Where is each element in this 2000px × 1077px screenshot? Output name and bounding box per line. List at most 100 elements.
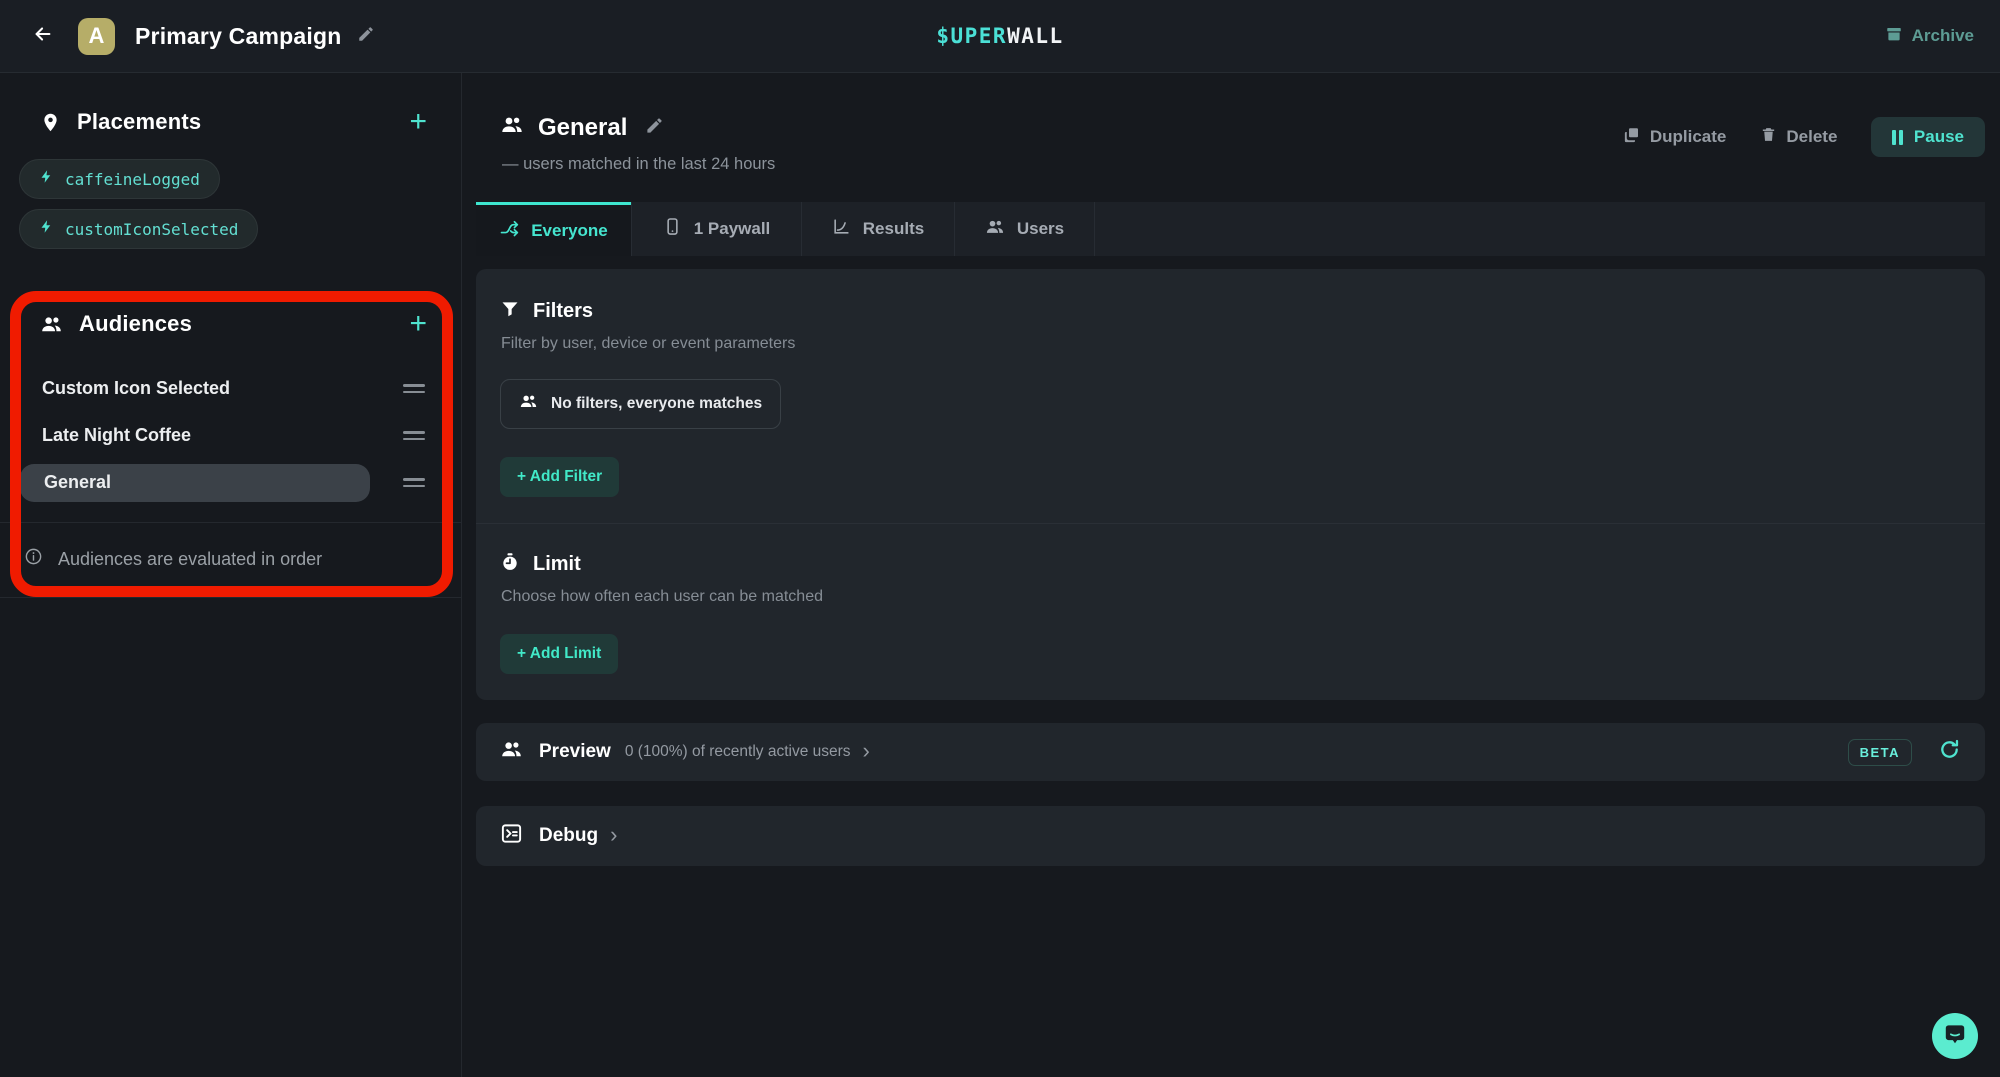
debug-row[interactable]: Debug › xyxy=(476,806,1985,866)
users-icon xyxy=(500,738,523,766)
pencil-icon xyxy=(645,116,664,140)
app-avatar[interactable]: A xyxy=(78,18,115,55)
audiences-note: Audiences are evaluated in order xyxy=(0,523,461,597)
audience-item-selected[interactable]: General xyxy=(0,459,461,506)
limit-section: Limit Choose how often each user can be … xyxy=(500,524,1957,674)
top-bar: A Primary Campaign $UPERWALL Archive xyxy=(0,0,2000,73)
drag-handle-icon[interactable] xyxy=(403,431,425,440)
map-pin-icon xyxy=(40,112,61,133)
logo-white-part: WALL xyxy=(1007,24,1064,48)
pause-button[interactable]: Pause xyxy=(1871,117,1985,157)
audience-subtitle: — users matched in the last 24 hours xyxy=(502,155,1985,174)
preview-title: Preview xyxy=(539,741,611,763)
chevron-right-icon: › xyxy=(863,740,870,765)
tab-users[interactable]: Users xyxy=(954,202,1094,256)
split-arrows-icon xyxy=(499,218,519,243)
placements-header: Placements + xyxy=(0,109,461,135)
tab-bar-filler xyxy=(1094,202,1985,256)
tab-label: Users xyxy=(1017,219,1064,239)
delete-label: Delete xyxy=(1786,127,1837,147)
audiences-title: Audiences xyxy=(79,311,192,337)
sidebar: Placements + caffeineLogged customIconSe… xyxy=(0,73,462,1077)
audience-item[interactable]: Late Night Coffee xyxy=(0,412,461,459)
tab-label: Results xyxy=(863,219,924,239)
audience-label: Late Night Coffee xyxy=(0,425,191,446)
tab-label: 1 Paywall xyxy=(694,219,771,239)
bolt-icon xyxy=(39,219,54,239)
copy-icon xyxy=(1623,126,1641,149)
terminal-icon xyxy=(500,822,523,850)
stopwatch-icon xyxy=(500,552,520,577)
placements-title: Placements xyxy=(77,109,201,135)
add-limit-button[interactable]: + Add Limit xyxy=(500,634,618,674)
filters-subtitle: Filter by user, device or event paramete… xyxy=(501,335,1957,353)
phone-icon xyxy=(663,217,682,241)
users-icon xyxy=(985,217,1005,242)
chevron-right-icon: › xyxy=(610,824,617,849)
filters-section: Filters Filter by user, device or event … xyxy=(500,299,1957,497)
delete-button[interactable]: Delete xyxy=(1760,126,1837,148)
back-arrow-icon xyxy=(32,23,54,50)
sidebar-divider xyxy=(0,597,461,598)
tab-label: Everyone xyxy=(531,221,608,241)
no-filters-chip: No filters, everyone matches xyxy=(500,379,781,429)
logo-teal-part: $UPER xyxy=(936,24,1007,48)
drag-handle-icon[interactable] xyxy=(403,384,425,393)
audience-actions: Duplicate Delete Pause xyxy=(1623,117,1985,157)
bolt-icon xyxy=(39,169,54,189)
superwall-logo: $UPERWALL xyxy=(936,24,1063,48)
tab-results[interactable]: Results xyxy=(801,202,954,256)
add-placement-button[interactable]: + xyxy=(409,109,427,135)
drag-handle-icon[interactable] xyxy=(403,478,425,487)
tab-everyone[interactable]: Everyone xyxy=(476,202,631,256)
audiences-note-text: Audiences are evaluated in order xyxy=(58,549,322,570)
preview-row[interactable]: Preview 0 (100%) of recently active user… xyxy=(476,723,1985,781)
add-filter-button[interactable]: + Add Filter xyxy=(500,457,619,497)
chat-icon xyxy=(1942,1021,1968,1052)
chart-icon xyxy=(832,217,851,241)
preview-summary: 0 (100%) of recently active users xyxy=(625,743,851,761)
edit-campaign-button[interactable] xyxy=(357,25,375,48)
pause-label: Pause xyxy=(1914,127,1964,147)
audience-title: General xyxy=(538,114,627,142)
no-filters-label: No filters, everyone matches xyxy=(551,395,762,413)
duplicate-label: Duplicate xyxy=(1650,127,1727,147)
limit-title: Limit xyxy=(533,553,581,576)
funnel-icon xyxy=(500,299,520,324)
audiences-list: Custom Icon Selected Late Night Coffee G… xyxy=(0,365,461,506)
placement-chip[interactable]: caffeineLogged xyxy=(19,159,220,199)
campaign-title: Primary Campaign xyxy=(135,23,341,50)
selected-audience-pill[interactable]: General xyxy=(20,464,370,502)
rules-card: Filters Filter by user, device or event … xyxy=(476,269,1985,700)
beta-badge: BETA xyxy=(1848,739,1912,766)
main-panel: General — users matched in the last 24 h… xyxy=(462,73,2000,1077)
chat-widget-button[interactable] xyxy=(1932,1013,1978,1059)
tab-bar: Everyone 1 Paywall Results Users xyxy=(476,202,1985,256)
filters-title: Filters xyxy=(533,300,593,323)
placement-label: customIconSelected xyxy=(65,220,238,239)
placements-list: caffeineLogged customIconSelected xyxy=(0,159,461,249)
audience-label: Custom Icon Selected xyxy=(0,378,230,399)
audience-detail-header: General — users matched in the last 24 h… xyxy=(462,73,2000,174)
users-icon xyxy=(500,113,524,142)
edit-audience-button[interactable] xyxy=(645,116,664,140)
pencil-icon xyxy=(357,25,375,48)
limit-subtitle: Choose how often each user can be matche… xyxy=(501,588,1957,606)
back-button[interactable] xyxy=(26,19,60,53)
audience-item[interactable]: Custom Icon Selected xyxy=(0,365,461,412)
add-audience-button[interactable]: + xyxy=(409,311,427,337)
archive-button[interactable]: Archive xyxy=(1885,25,1974,48)
users-icon xyxy=(40,313,63,336)
trash-icon xyxy=(1760,126,1777,148)
archive-icon xyxy=(1885,25,1903,48)
audiences-section: Audiences + Custom Icon Selected Late Ni… xyxy=(0,311,461,598)
info-icon xyxy=(24,547,43,571)
placement-chip[interactable]: customIconSelected xyxy=(19,209,258,249)
archive-label: Archive xyxy=(1912,26,1974,46)
users-icon xyxy=(519,392,538,416)
duplicate-button[interactable]: Duplicate xyxy=(1623,126,1727,149)
refresh-icon[interactable] xyxy=(1938,738,1961,766)
tab-paywall[interactable]: 1 Paywall xyxy=(631,202,801,256)
placement-label: caffeineLogged xyxy=(65,170,200,189)
audiences-header: Audiences + xyxy=(0,311,461,337)
